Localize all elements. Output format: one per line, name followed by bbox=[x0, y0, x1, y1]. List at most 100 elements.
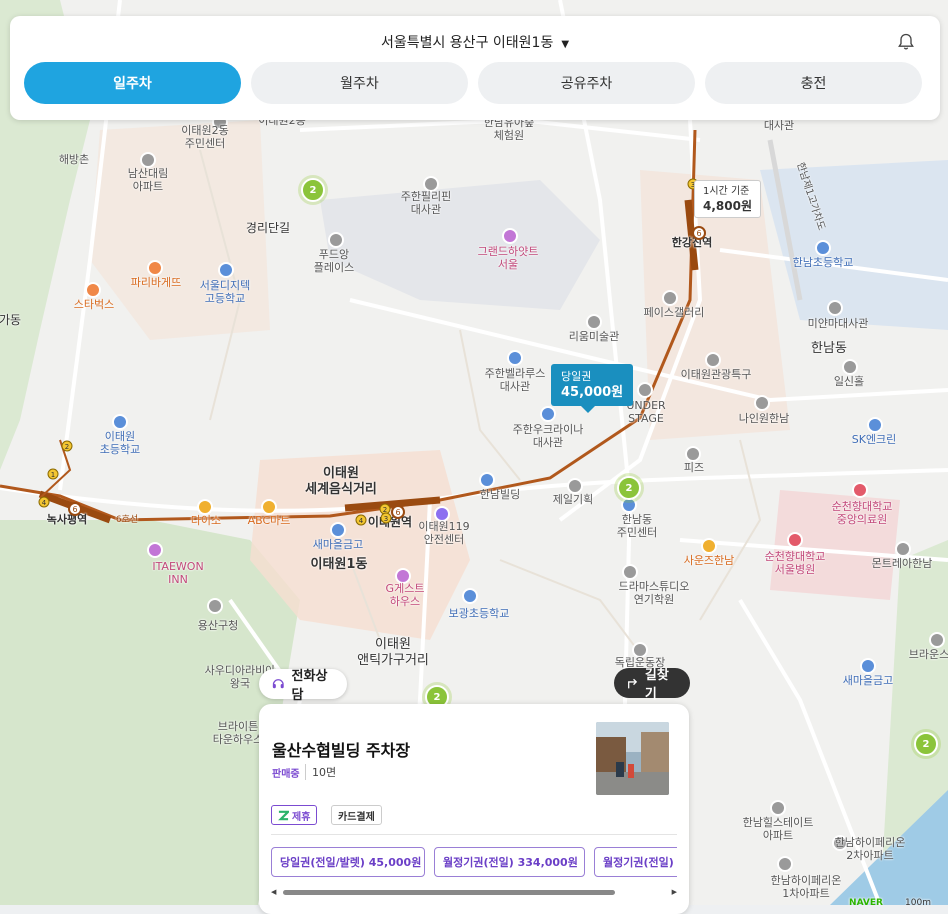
map-label: 보광초등학교 bbox=[448, 607, 510, 620]
hospital-icon bbox=[787, 532, 803, 548]
map-label: 브라운스 bbox=[908, 648, 948, 661]
partner-label: 제휴 bbox=[292, 811, 311, 823]
headset-icon bbox=[272, 679, 284, 689]
map-label: 용산구청 bbox=[197, 619, 239, 632]
building-icon bbox=[929, 632, 945, 648]
location-selector[interactable]: 서울특별시 용산구 이태원1동 ▼ bbox=[10, 32, 940, 52]
map-label: 한남동 bbox=[811, 341, 847, 356]
svg-text:4: 4 bbox=[42, 499, 47, 507]
tab-monthly-parking[interactable]: 월주차 bbox=[251, 62, 468, 104]
parking-cluster-marker[interactable]: 2 bbox=[911, 729, 941, 759]
partner-badge: 제휴 bbox=[271, 805, 318, 825]
location-text: 서울특별시 용산구 이태원1동 bbox=[380, 35, 554, 51]
phone-consult-label: 전화상담 bbox=[291, 669, 328, 703]
top-filter-card: 서울특별시 용산구 이태원1동 ▼ 일주차 월주차 공유주차 충전 bbox=[10, 16, 940, 120]
map-label: 한남빌딩 bbox=[479, 488, 521, 501]
map-label: 순천향대학교 서울병원 bbox=[764, 550, 826, 576]
parking-cluster-marker[interactable]: 2 bbox=[298, 175, 328, 205]
map-label: 드라마스튜디오 연기학원 bbox=[618, 580, 690, 606]
map-label: SK엔크린 bbox=[851, 433, 897, 446]
venue-icon bbox=[637, 382, 653, 398]
sale-status: 판매중 bbox=[272, 769, 300, 780]
ticket-list[interactable]: 당일권(전일/발렛) 45,000원 월정기권(전일) 334,000원 월정기… bbox=[271, 847, 677, 879]
ticket-option[interactable]: 당일권(전일/발렛) 45,000원 bbox=[271, 847, 425, 877]
info-icon bbox=[705, 352, 721, 368]
embassy-icon bbox=[507, 350, 523, 366]
map-label: 한남하이페리온 2차아파트 bbox=[834, 836, 906, 862]
map-label: 주한필리핀 대사관 bbox=[400, 190, 452, 216]
map-label: 이태원 초등학교 bbox=[99, 430, 141, 456]
map-label: 한남동 주민센터 bbox=[616, 513, 658, 539]
map-label: 피즈 bbox=[683, 461, 705, 474]
school-icon bbox=[462, 588, 478, 604]
hotel-icon bbox=[147, 542, 163, 558]
hotel-icon bbox=[502, 228, 518, 244]
parking-detail-panel[interactable]: 울산수협빌딩 주차장 판매중 10면 제휴 카드결제 당일권(전일/발렛) 45… bbox=[259, 704, 689, 914]
scroll-right-icon[interactable]: ▶ bbox=[672, 888, 677, 896]
map-label: 페이스갤러리 bbox=[643, 306, 705, 319]
phone-consult-button[interactable]: 전화상담 bbox=[259, 669, 347, 703]
directions-label: 길찾기 bbox=[644, 668, 669, 702]
map-label: 일신홀 bbox=[833, 375, 865, 388]
map-label: G게스트 하우스 bbox=[385, 582, 425, 608]
building-icon bbox=[685, 446, 701, 462]
office-icon bbox=[567, 478, 583, 494]
map-label: 한남힐스테이트 아파트 bbox=[742, 816, 814, 842]
svg-text:3: 3 bbox=[384, 515, 388, 523]
map-label: 사운즈한남 bbox=[683, 554, 735, 567]
ticket-option[interactable]: 월정기권(전일) 334,000원 bbox=[434, 847, 585, 877]
card-payment-badge: 카드결제 bbox=[331, 805, 382, 825]
school-icon bbox=[815, 240, 831, 256]
map-label: 파리바게뜨 bbox=[130, 276, 182, 289]
parking-price-marker[interactable]: 1시간 기준 4,800원 bbox=[694, 180, 761, 218]
map-label: 주한벨라루스 대사관 bbox=[484, 367, 546, 393]
svg-text:1: 1 bbox=[51, 471, 55, 479]
apartment-icon bbox=[754, 395, 770, 411]
map-label: 가동 bbox=[0, 313, 22, 327]
map-label: 이태원 세계음식거리 bbox=[305, 466, 377, 497]
building-icon bbox=[479, 472, 495, 488]
partner-logo-icon bbox=[278, 810, 289, 820]
museum-icon bbox=[586, 314, 602, 330]
ticket-option[interactable]: 월정기권(전일) 3 bbox=[594, 847, 677, 877]
tab-daily-parking[interactable]: 일주차 bbox=[24, 62, 241, 104]
map-label: 푸드앙 플레이스 bbox=[313, 248, 355, 274]
scrollbar-thumb[interactable] bbox=[283, 890, 615, 895]
tab-shared-parking[interactable]: 공유주차 bbox=[478, 62, 695, 104]
map-label: 한남초등학교 bbox=[792, 256, 854, 269]
map-label: 6호선 bbox=[115, 515, 139, 525]
embassy-icon bbox=[540, 406, 556, 422]
map-label: 리움미술관 bbox=[568, 330, 620, 343]
space-count: 10면 bbox=[305, 764, 336, 780]
apartment-icon bbox=[770, 800, 786, 816]
naver-logo: NAVER bbox=[849, 898, 883, 905]
bell-icon[interactable] bbox=[896, 32, 916, 52]
map-scale: 100m bbox=[905, 898, 931, 905]
map-label: 한남하이페리온 1차아파트 bbox=[770, 874, 842, 900]
gas-station-icon bbox=[867, 417, 883, 433]
map-label: 서울디지텍 고등학교 bbox=[199, 279, 251, 305]
map-label: 제일기획 bbox=[552, 493, 594, 506]
parking-cluster-marker[interactable]: 2 bbox=[614, 473, 644, 503]
map-label: 주한우크라이나 대사관 bbox=[512, 423, 584, 449]
selected-marker-value: 45,000원 bbox=[561, 385, 624, 400]
map-label: 다이소 bbox=[190, 514, 222, 527]
map-label: 몬트레아한남 bbox=[871, 557, 933, 570]
school-icon bbox=[218, 262, 234, 278]
shop-icon bbox=[701, 538, 717, 554]
price-marker-title: 1시간 기준 bbox=[703, 186, 750, 197]
shop-icon bbox=[197, 499, 213, 515]
scroll-left-icon[interactable]: ◀ bbox=[271, 888, 276, 896]
selected-marker-title: 당일권 bbox=[561, 370, 592, 383]
tab-charging[interactable]: 충전 bbox=[705, 62, 922, 104]
svg-text:6: 6 bbox=[72, 505, 77, 514]
cafe-icon bbox=[85, 282, 101, 298]
caret-down-icon: ▼ bbox=[561, 39, 570, 50]
directions-button[interactable]: 길찾기 bbox=[614, 668, 690, 702]
parking-lot-photo[interactable] bbox=[596, 722, 669, 795]
map-label: 대사관 bbox=[763, 119, 795, 132]
svg-text:6: 6 bbox=[696, 229, 701, 238]
bank-icon bbox=[860, 658, 876, 674]
horizontal-scrollbar[interactable]: ◀ ▶ bbox=[271, 888, 677, 896]
selected-parking-marker[interactable]: 당일권 45,000원 bbox=[551, 364, 634, 413]
